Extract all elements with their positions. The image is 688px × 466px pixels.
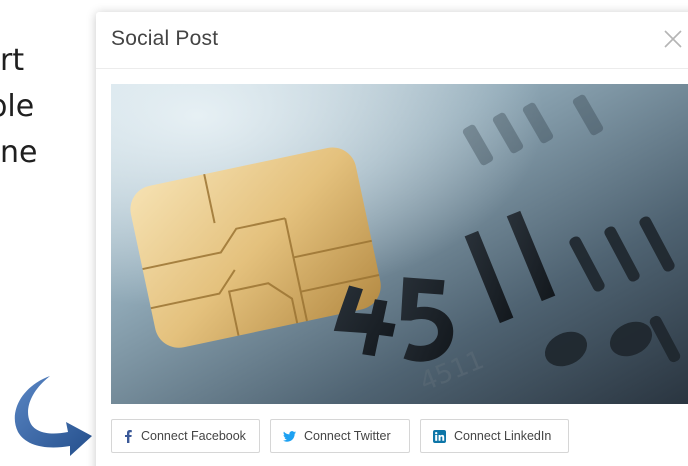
connect-twitter-button[interactable]: Connect Twitter [270,419,410,453]
connect-twitter-label: Connect Twitter [304,429,391,443]
modal-header: Social Post [96,12,688,69]
linkedin-icon [433,429,446,443]
facebook-icon [124,429,133,443]
credit-card-image: 4511 [111,84,688,404]
close-icon[interactable] [662,28,684,50]
twitter-icon [283,430,296,442]
connect-facebook-label: Connect Facebook [141,429,246,443]
curved-arrow-icon [14,376,92,456]
post-image: 4511 [111,84,688,404]
connect-linkedin-label: Connect LinkedIn [454,429,552,443]
page: rt able ne Social Post [0,0,688,466]
connect-facebook-button[interactable]: Connect Facebook [111,419,260,453]
background-text-line: able [0,89,35,124]
modal-title: Social Post [111,27,219,50]
connect-linkedin-button[interactable]: Connect LinkedIn [420,419,569,453]
social-post-modal: Social Post 4511 Connect Facebook Connec… [96,12,688,466]
